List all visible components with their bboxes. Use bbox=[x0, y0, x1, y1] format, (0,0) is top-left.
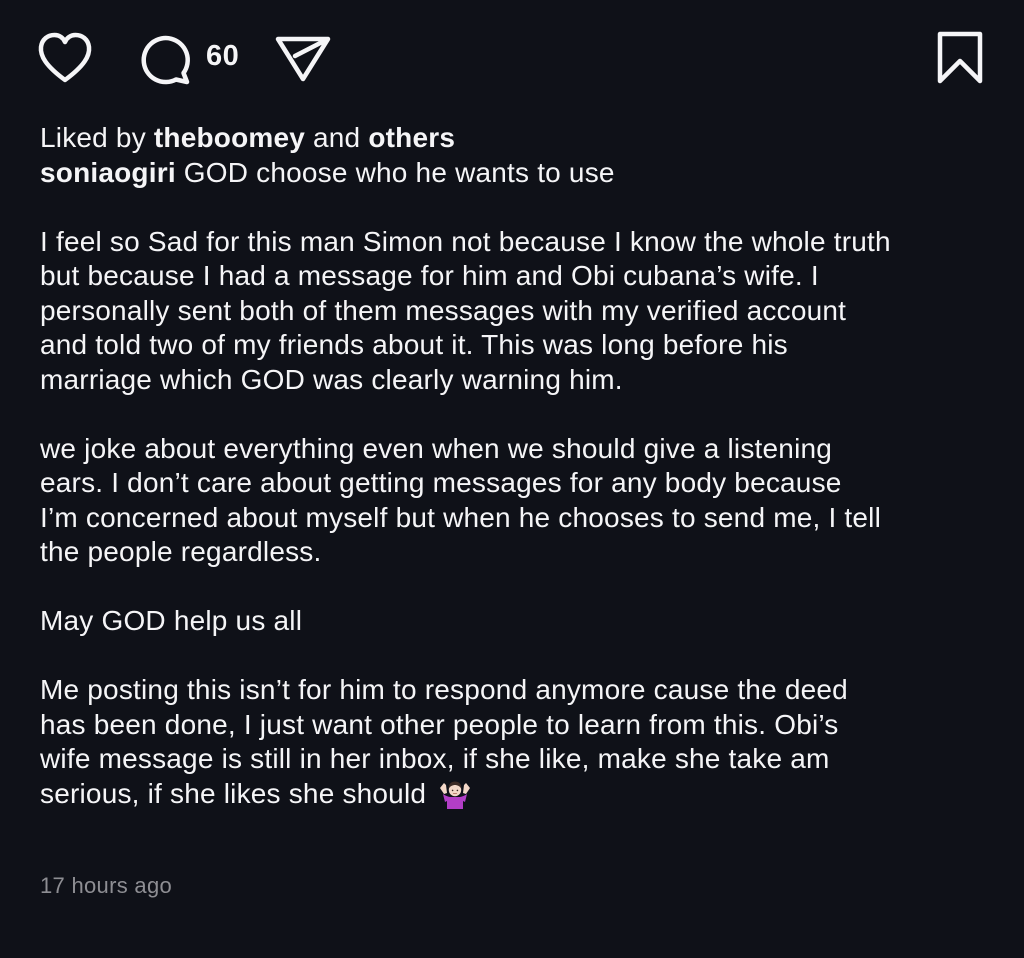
caption-line: I’m concerned about myself but when he c… bbox=[40, 501, 882, 533]
caption-line: and told two of my friends about it. Thi… bbox=[40, 329, 788, 360]
caption-line: wife message is still in her inbox, if s… bbox=[40, 743, 830, 774]
liker-username[interactable]: theboomey bbox=[154, 122, 305, 153]
post-caption-area: Liked by theboomey and others soniaogiri… bbox=[40, 121, 990, 811]
caption-line: I feel so Sad for this man Simon not bec… bbox=[40, 225, 891, 257]
caption-line: personally sent both of them messages wi… bbox=[40, 294, 847, 326]
caption-line: has been done, I just want other people … bbox=[40, 708, 839, 740]
save-button[interactable] bbox=[936, 30, 984, 86]
caption-line-last: serious, if she likes she should bbox=[40, 777, 990, 812]
like-button[interactable] bbox=[36, 30, 94, 86]
send-icon bbox=[275, 36, 331, 82]
author-username[interactable]: soniaogiri bbox=[40, 157, 176, 188]
caption-paragraph-3: May GOD help us all bbox=[40, 570, 990, 639]
caption-paragraph-4: Me posting this isn’t for him to respond… bbox=[40, 639, 990, 812]
caption-line: ears. I don’t care about getting message… bbox=[40, 467, 842, 498]
caption-line: the people regardless. bbox=[40, 536, 322, 567]
caption-paragraph-2: we joke about everything even when we sh… bbox=[40, 397, 990, 570]
caption-line: but because I had a message for him and … bbox=[40, 260, 819, 291]
post-action-bar: 60 bbox=[36, 30, 984, 90]
person-shrugging-emoji bbox=[440, 781, 471, 809]
caption-line: serious, if she likes she should bbox=[40, 777, 427, 809]
comment-button[interactable] bbox=[136, 30, 192, 86]
comment-icon bbox=[141, 35, 190, 85]
caption-line: Me posting this isn’t for him to respond… bbox=[40, 674, 848, 705]
caption-line: May GOD help us all bbox=[40, 605, 303, 636]
caption-line: we joke about everything even when we sh… bbox=[40, 432, 833, 464]
post-timestamp[interactable]: 17 hours ago bbox=[40, 873, 172, 899]
caption-headline: soniaogiri GOD choose who he wants to us… bbox=[40, 156, 990, 191]
likes-others-link[interactable]: others bbox=[368, 122, 455, 153]
likes-summary[interactable]: Liked by theboomey and others bbox=[40, 121, 990, 156]
share-button[interactable] bbox=[274, 33, 332, 83]
likes-prefix: Liked by bbox=[40, 122, 146, 153]
caption-paragraph-1: I feel so Sad for this man Simon not bec… bbox=[40, 190, 990, 397]
likes-conjunction: and bbox=[313, 122, 361, 153]
caption-line: marriage which GOD was clearly warning h… bbox=[40, 363, 623, 395]
caption-headline-text: GOD choose who he wants to use bbox=[183, 156, 615, 188]
heart-icon bbox=[38, 32, 92, 83]
bookmark-icon bbox=[937, 31, 983, 84]
comment-count[interactable]: 60 bbox=[206, 40, 239, 73]
